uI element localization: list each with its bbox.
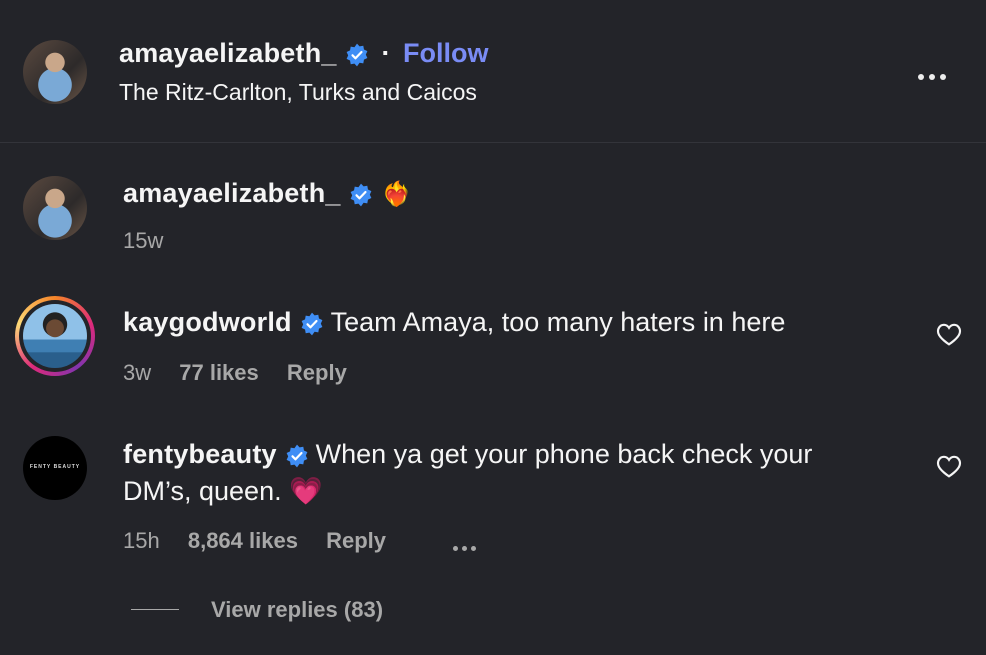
caption-time: 15w bbox=[123, 228, 164, 253]
fenty-logo-text: FENTY BEAUTY bbox=[29, 464, 81, 470]
comment-time: 3w bbox=[123, 360, 152, 385]
caption-row: amayaelizabeth_ ❤️‍🔥 bbox=[123, 178, 411, 209]
comment-row: fentybeauty When ya get your phone back … bbox=[123, 439, 812, 470]
verified-badge-icon bbox=[350, 183, 372, 207]
reply-button[interactable]: Reply bbox=[287, 360, 347, 385]
comment-time: 15h bbox=[123, 528, 160, 553]
reply-button[interactable]: Reply bbox=[326, 528, 386, 553]
follow-button[interactable]: Follow bbox=[403, 38, 488, 68]
story-ring[interactable] bbox=[15, 296, 95, 376]
caption-text: ❤️‍🔥 bbox=[381, 181, 412, 208]
more-options-icon[interactable] bbox=[918, 67, 951, 85]
header-separator: · bbox=[381, 38, 391, 68]
verified-badge-icon bbox=[346, 43, 368, 67]
comment-meta: 15h 8,864 likes Reply bbox=[123, 528, 386, 554]
view-replies-line bbox=[131, 609, 179, 610]
heart-icon[interactable] bbox=[936, 322, 962, 346]
comment-row: kaygodworld Team Amaya, too many haters … bbox=[123, 307, 785, 338]
fenty-avatar[interactable]: FENTY BEAUTY bbox=[23, 436, 87, 500]
comment-likes[interactable]: 77 likes bbox=[179, 360, 259, 385]
header-title-row: amayaelizabeth_ · Follow bbox=[119, 38, 488, 69]
comment-text: Team Amaya, too many haters in here bbox=[330, 307, 786, 337]
comment-likes[interactable]: 8,864 likes bbox=[188, 528, 298, 553]
comment-username[interactable]: fentybeauty bbox=[123, 439, 277, 469]
verified-badge-icon bbox=[286, 444, 308, 468]
comment-text-line1: When ya get your phone back check your bbox=[315, 439, 813, 469]
verified-badge-icon bbox=[301, 312, 323, 336]
comment-meta: 3w 77 likes Reply bbox=[123, 360, 347, 386]
comment-options-icon[interactable] bbox=[453, 538, 480, 556]
comment-username[interactable]: kaygodworld bbox=[123, 307, 292, 337]
commenter-avatar bbox=[23, 304, 87, 368]
view-replies-button[interactable]: View replies (83) bbox=[211, 597, 383, 623]
header-location[interactable]: The Ritz-Carlton, Turks and Caicos bbox=[119, 79, 477, 106]
header-avatar[interactable] bbox=[23, 40, 87, 104]
heart-icon[interactable] bbox=[936, 454, 962, 478]
avatar-photo bbox=[23, 40, 87, 104]
caption-avatar[interactable] bbox=[23, 176, 87, 240]
caption-username[interactable]: amayaelizabeth_ bbox=[123, 178, 341, 208]
comment-text-line2: DM’s, queen. 💗 bbox=[123, 476, 323, 506]
avatar-photo bbox=[23, 176, 87, 240]
header-divider bbox=[0, 142, 986, 143]
header-username[interactable]: amayaelizabeth_ bbox=[119, 38, 337, 68]
